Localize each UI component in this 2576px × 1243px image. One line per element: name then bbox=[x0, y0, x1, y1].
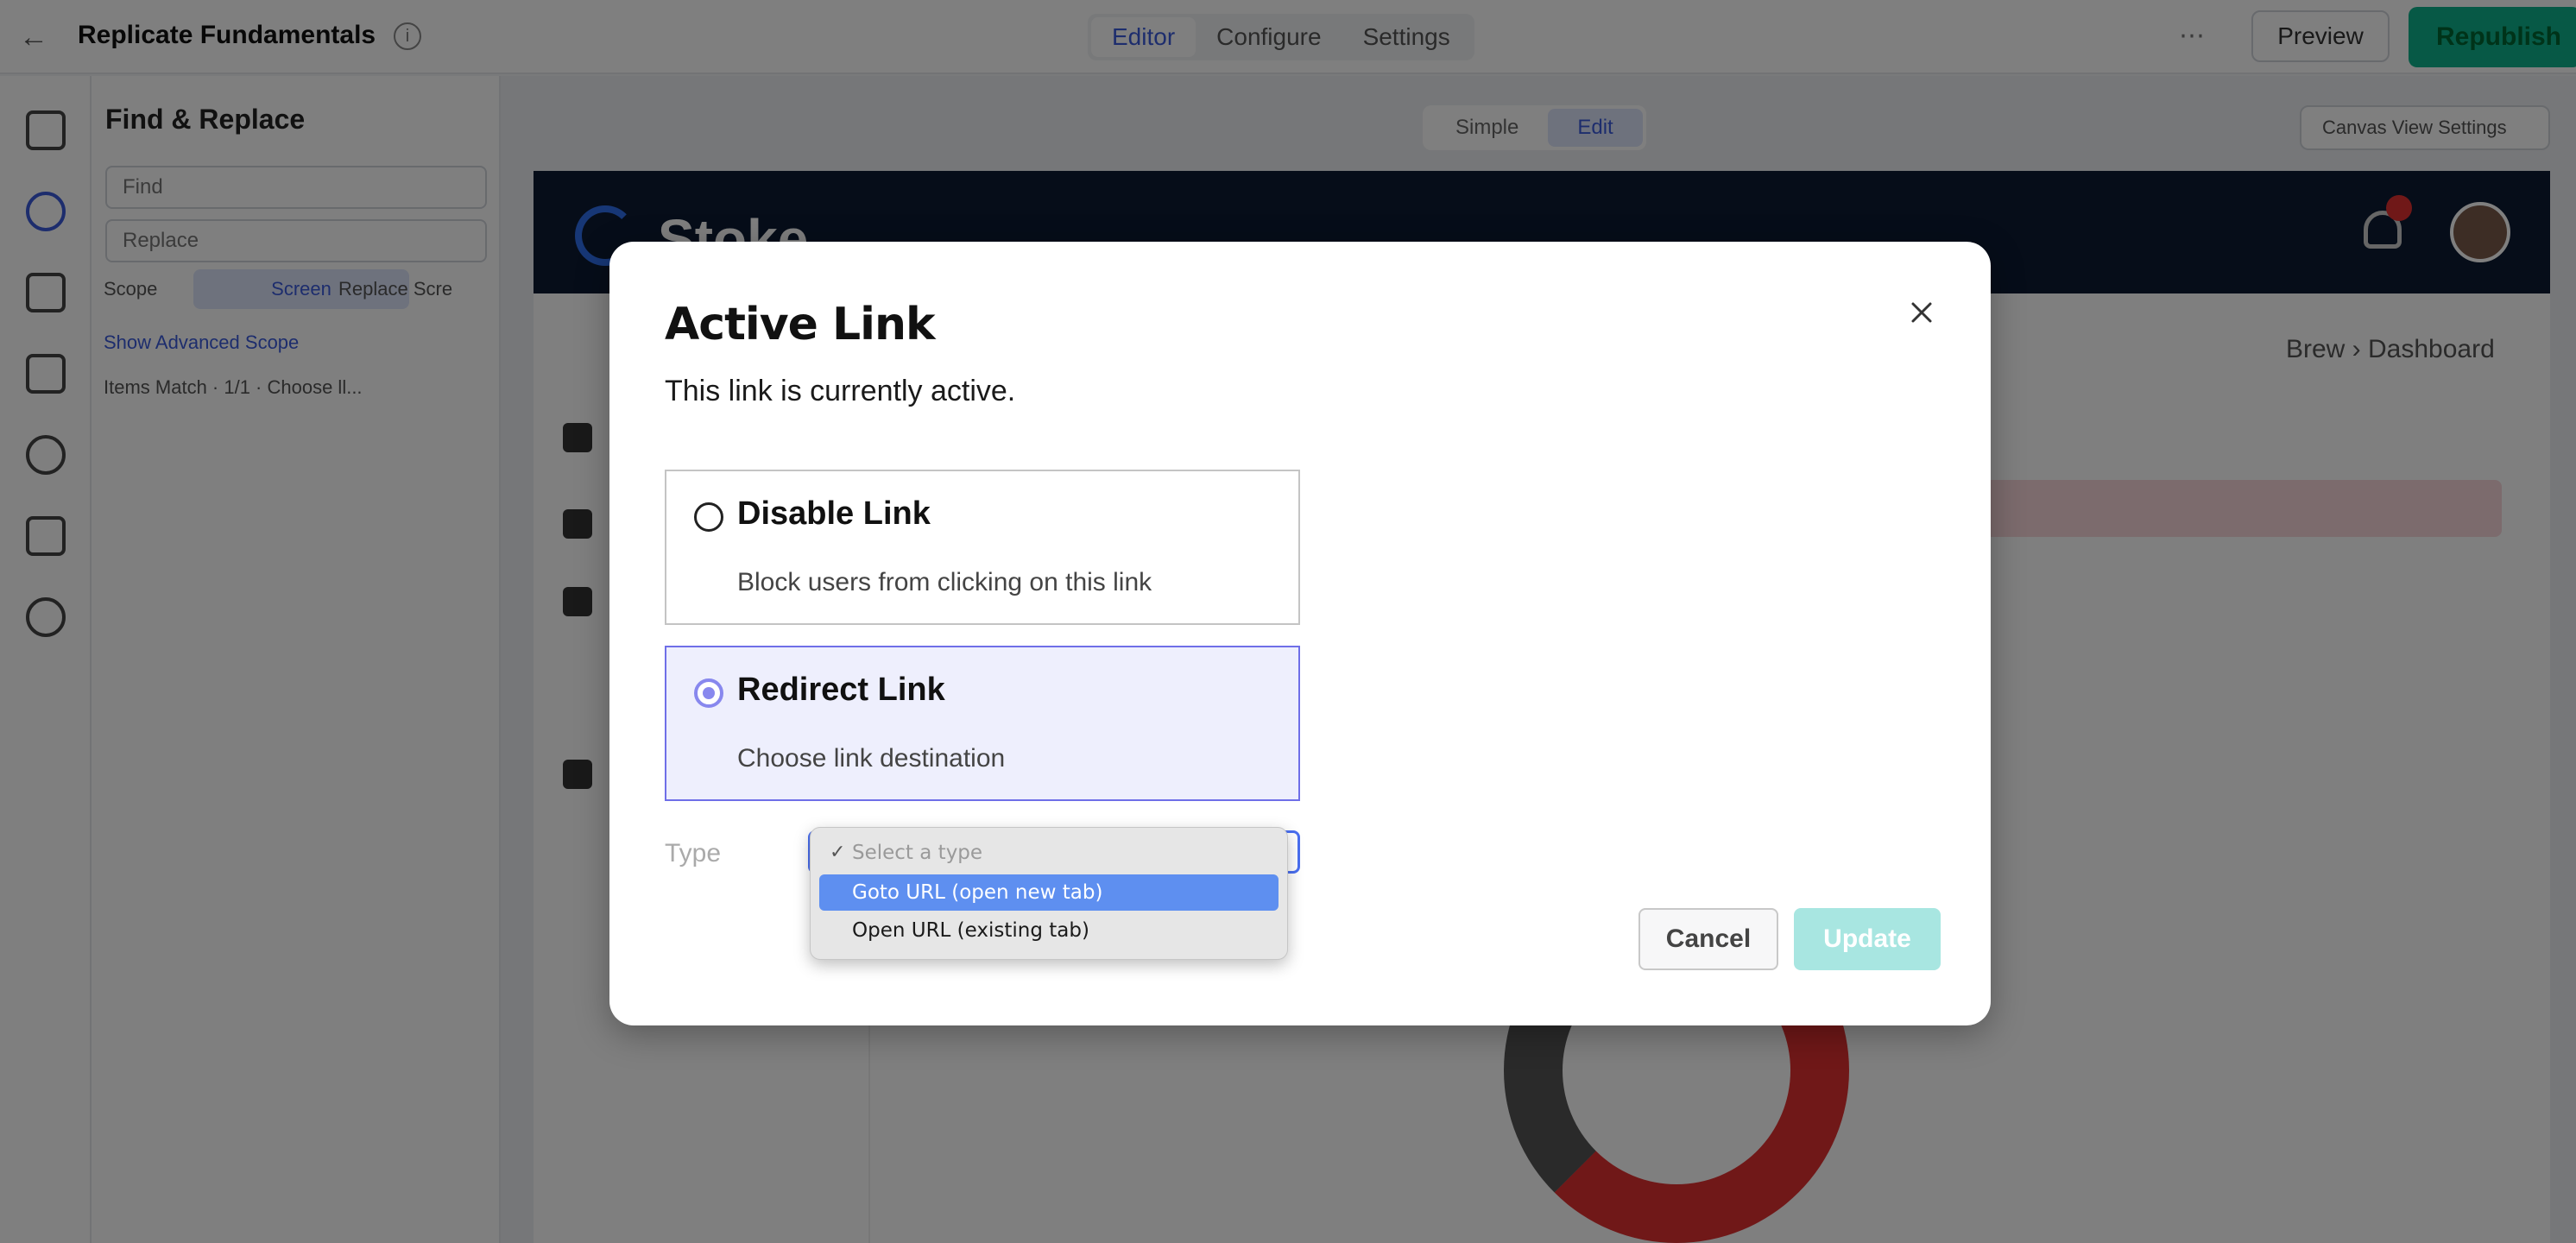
dropdown-option-goto-url[interactable]: Goto URL (open new tab) bbox=[819, 874, 1279, 911]
placeholder-text: Select a type bbox=[852, 842, 983, 864]
option-label: Disable Link bbox=[737, 495, 931, 532]
option-label: Redirect Link bbox=[737, 672, 945, 708]
option-description: Choose link destination bbox=[737, 744, 1006, 773]
modal-subtitle: This link is currently active. bbox=[665, 375, 1016, 407]
dropdown-option-open-url[interactable]: Open URL (existing tab) bbox=[819, 912, 1279, 949]
redirect-link-radio[interactable] bbox=[694, 678, 723, 708]
type-dropdown-menu: ✓ Select a type Goto URL (open new tab) … bbox=[810, 827, 1288, 960]
type-label: Type bbox=[665, 839, 722, 868]
close-icon[interactable] bbox=[1903, 293, 1941, 331]
dropdown-placeholder[interactable]: ✓ Select a type bbox=[819, 835, 1279, 871]
checkmark-icon: ✓ bbox=[830, 842, 846, 863]
modal-title: Active Link bbox=[665, 299, 936, 350]
update-button[interactable]: Update bbox=[1794, 908, 1941, 970]
option-description: Block users from clicking on this link bbox=[737, 568, 1152, 596]
redirect-link-option[interactable]: Redirect Link Choose link destination bbox=[665, 646, 1300, 801]
cancel-button[interactable]: Cancel bbox=[1638, 908, 1778, 970]
disable-link-radio[interactable] bbox=[694, 502, 723, 532]
disable-link-option[interactable]: Disable Link Block users from clicking o… bbox=[665, 470, 1300, 625]
